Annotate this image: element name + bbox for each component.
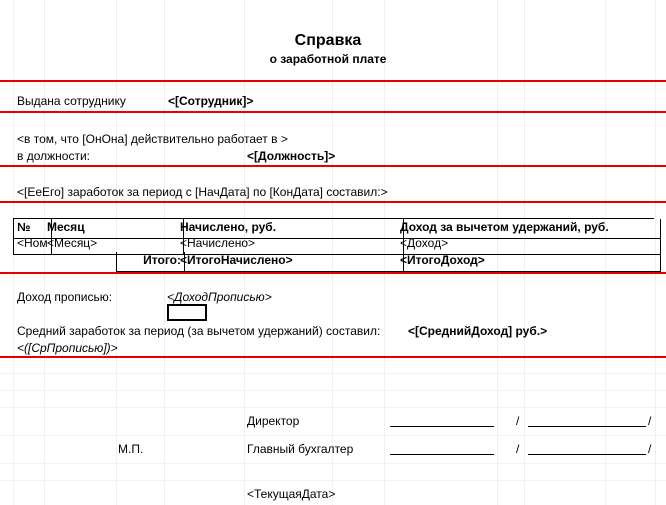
signature-line: [390, 426, 494, 427]
document-sheet: Справка о заработной плате Выдана сотруд…: [0, 0, 666, 505]
income-in-words-label: Доход прописью:: [17, 290, 112, 304]
total-accrued: <ИтогоНачислено>: [177, 252, 404, 272]
section-line: [0, 356, 666, 358]
employee-placeholder: <[Сотрудник]>: [168, 94, 253, 108]
slash: /: [648, 442, 651, 456]
avg-earnings-words: <([СрПрописью])>: [17, 341, 118, 355]
avg-earnings-value: <[СреднийДоход] руб.>: [408, 324, 547, 338]
doc-subtitle: о заработной плате: [0, 52, 656, 66]
section-line: [0, 201, 666, 203]
stamp-label: М.П.: [118, 442, 143, 456]
issued-to-label: Выдана сотруднику: [17, 94, 126, 108]
signature-line: [528, 426, 646, 427]
avg-earnings-label: Средний заработок за период (за вычетом …: [17, 324, 380, 338]
director-label: Директор: [247, 414, 299, 428]
doc-title: Справка: [0, 32, 656, 50]
section-line: [0, 80, 666, 82]
income-in-words-placeholder: <ДоходПрописью>: [167, 290, 272, 304]
position-label: в должности:: [17, 149, 90, 163]
section-line: [0, 272, 666, 274]
slash: /: [516, 442, 519, 456]
slash: /: [516, 414, 519, 428]
section-line: [0, 165, 666, 167]
signature-line: [528, 454, 646, 455]
section-line: [0, 111, 666, 113]
current-date-placeholder: <ТекущаяДата>: [247, 487, 335, 501]
chief-accountant-label: Главный бухгалтер: [247, 442, 353, 456]
cell-cursor[interactable]: [167, 304, 207, 321]
total-label: Итого:: [116, 252, 185, 272]
slash: /: [648, 414, 651, 428]
works-at-line: <в том, что [ОнОна] действительно работа…: [17, 132, 288, 146]
earnings-period-line: <[ЕеЕго] заработок за период с [НачДата]…: [17, 185, 388, 199]
signature-line: [390, 454, 494, 455]
position-placeholder: <[Должность]>: [247, 149, 335, 163]
total-income: <ИтогоДоход>: [397, 252, 661, 272]
